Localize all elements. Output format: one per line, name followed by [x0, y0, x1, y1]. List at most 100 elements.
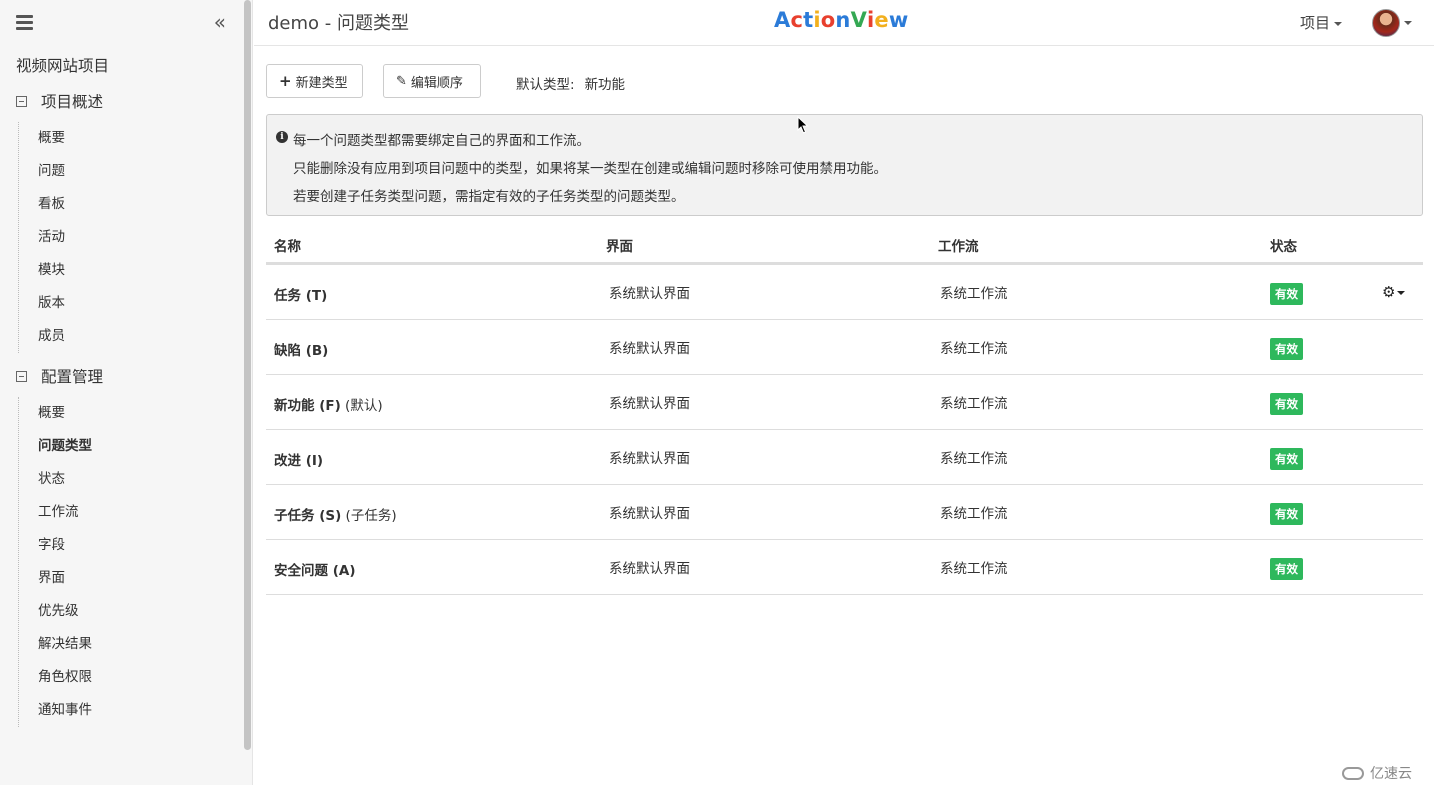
sidebar-item[interactable]: 工作流 — [19, 496, 92, 529]
sidebar-item[interactable]: 优先级 — [19, 595, 92, 628]
sidebar-item[interactable]: 状态 — [19, 463, 92, 496]
project-name[interactable]: 视频网站项目 — [16, 54, 109, 76]
sidebar-item[interactable]: 界面 — [19, 562, 92, 595]
new-type-button[interactable]: + 新建类型 — [266, 64, 363, 98]
top-header: demo - 问题类型 ActionView 项目 — [254, 0, 1434, 46]
page-title: demo - 问题类型 — [268, 13, 409, 34]
table-row[interactable]: 安全问题 (A) 系统默认界面 系统工作流 有效 — [266, 540, 1423, 595]
caret-down-icon — [1404, 21, 1412, 25]
default-type-value: 新功能 — [584, 77, 626, 93]
table-row[interactable]: 子任务 (S) (子任务) 系统默认界面 系统工作流 有效 — [266, 485, 1423, 540]
column-header-screen[interactable]: 界面 — [606, 235, 633, 255]
workflow-cell: 系统工作流 — [940, 506, 1008, 522]
status-badge: 有效 — [1270, 393, 1303, 415]
default-type-label: 默认类型: — [516, 77, 575, 93]
workflow-cell: 系统工作流 — [940, 396, 1008, 412]
actionview-logo[interactable]: ActionView — [774, 8, 908, 32]
table-row[interactable]: 改进 (I) 系统默认界面 系统工作流 有效 — [266, 430, 1423, 485]
logo-letter: o — [820, 8, 836, 32]
type-name-text: 新功能 (F) — [274, 398, 341, 414]
edit-order-button[interactable]: ✎ 编辑顺序 — [383, 64, 481, 98]
type-name-suffix: (子任务) — [341, 508, 397, 524]
logo-letter: t — [803, 8, 814, 32]
issue-types-table: 名称 界面 工作流 状态 任务 (T) 系统默认界面 系统工作流 有效 ⚙ 缺陷 (B) 系… — [266, 228, 1423, 595]
screen-cell: 系统默认界面 — [609, 341, 690, 357]
pencil-icon: ✎ — [396, 73, 407, 89]
info-line: 每一个问题类型都需要绑定自己的界面和工作流。 — [293, 133, 590, 149]
logo-letter: c — [790, 8, 804, 32]
avatar — [1372, 9, 1400, 37]
status-badge: 有效 — [1270, 448, 1303, 470]
type-name[interactable]: 子任务 (S) (子任务) — [274, 504, 397, 524]
type-name[interactable]: 缺陷 (B) — [274, 339, 328, 359]
sidebar-top: « — [16, 10, 226, 34]
collapse-box-icon[interactable] — [16, 95, 27, 107]
logo-letter: n — [835, 8, 851, 32]
gear-icon[interactable]: ⚙ — [1382, 283, 1406, 301]
menu-icon[interactable] — [16, 15, 33, 30]
sidebar-item[interactable]: 角色权限 — [19, 661, 92, 694]
type-name-text: 子任务 (S) — [274, 508, 342, 524]
sidebar-item[interactable]: 问题 — [19, 155, 65, 188]
sidebar-item[interactable]: 成员 — [19, 320, 65, 353]
project-menu[interactable]: 项目 — [1300, 12, 1343, 33]
collapse-box-icon[interactable] — [16, 370, 27, 382]
screen-cell: 系统默认界面 — [609, 506, 690, 522]
plus-icon: + — [279, 72, 292, 90]
workflow-cell: 系统工作流 — [940, 451, 1008, 467]
nav-group-overview[interactable]: 项目概述 — [16, 90, 103, 112]
column-header-workflow[interactable]: 工作流 — [938, 235, 979, 255]
sidebar-item[interactable]: 字段 — [19, 529, 92, 562]
sidebar-item[interactable]: 概要 — [19, 397, 92, 430]
type-name-suffix: (默认) — [340, 398, 383, 414]
mouse-cursor-icon — [797, 116, 809, 134]
column-header-status[interactable]: 状态 — [1270, 235, 1297, 255]
info-icon: i — [276, 131, 288, 143]
status-badge: 有效 — [1270, 503, 1303, 525]
type-name[interactable]: 安全问题 (A) — [274, 559, 356, 579]
table-row[interactable]: 新功能 (F) (默认) 系统默认界面 系统工作流 有效 — [266, 375, 1423, 430]
type-name[interactable]: 新功能 (F) (默认) — [274, 394, 383, 414]
sidebar-item[interactable]: 概要 — [19, 122, 65, 155]
default-type: 默认类型: 新功能 — [516, 73, 625, 93]
table-header: 名称 界面 工作流 状态 — [266, 228, 1423, 265]
nav-group-list: 概要 问题 看板 活动 模块 版本 成员 — [18, 122, 65, 353]
sidebar-item[interactable]: 问题类型 — [19, 430, 92, 463]
table-body: 任务 (T) 系统默认界面 系统工作流 有效 ⚙ 缺陷 (B) 系统默认界面 系统工作流 有效新… — [266, 265, 1423, 595]
caret-down-icon — [1397, 290, 1406, 295]
sidebar-item[interactable]: 通知事件 — [19, 694, 92, 727]
nav-group-config[interactable]: 配置管理 — [16, 365, 103, 387]
sidebar-item[interactable]: 看板 — [19, 188, 65, 221]
type-name[interactable]: 任务 (T) — [274, 284, 327, 304]
sidebar-scrollbar[interactable] — [244, 0, 251, 750]
logo-letter: V — [850, 8, 868, 32]
nav-group-title: 项目概述 — [41, 93, 104, 111]
user-menu[interactable] — [1372, 9, 1412, 37]
watermark: 亿速云 — [1342, 763, 1412, 783]
sidebar-item[interactable]: 解决结果 — [19, 628, 92, 661]
workflow-cell: 系统工作流 — [940, 286, 1008, 302]
workflow-cell: 系统工作流 — [940, 561, 1008, 577]
logo-letter: A — [774, 8, 791, 32]
cloud-icon — [1342, 766, 1364, 780]
type-name-text: 任务 (T) — [274, 288, 328, 304]
logo-letter: i — [813, 8, 821, 32]
nav-group-list: 概要 问题类型 状态 工作流 字段 界面 优先级 解决结果 角色权限 通知事件 — [18, 397, 92, 727]
screen-cell: 系统默认界面 — [609, 396, 690, 412]
screen-cell: 系统默认界面 — [609, 286, 690, 302]
sidebar-item[interactable]: 活动 — [19, 221, 65, 254]
sidebar: « 视频网站项目 项目概述 概要 问题 看板 活动 模块 版本 成员 配置管理 概要 问题类型… — [0, 0, 253, 785]
column-header-name[interactable]: 名称 — [274, 235, 301, 255]
logo-letter: w — [888, 8, 909, 32]
caret-down-icon — [1334, 21, 1343, 26]
new-type-label: 新建类型 — [295, 75, 348, 91]
sidebar-item[interactable]: 版本 — [19, 287, 65, 320]
edit-order-label: 编辑顺序 — [410, 75, 463, 91]
logo-letter: i — [867, 8, 875, 32]
info-box: i 每一个问题类型都需要绑定自己的界面和工作流。 只能删除没有应用到项目问题中的… — [266, 114, 1423, 216]
collapse-sidebar-icon[interactable]: « — [214, 10, 226, 34]
table-row[interactable]: 缺陷 (B) 系统默认界面 系统工作流 有效 — [266, 320, 1423, 375]
type-name[interactable]: 改进 (I) — [274, 449, 323, 469]
sidebar-item[interactable]: 模块 — [19, 254, 65, 287]
table-row[interactable]: 任务 (T) 系统默认界面 系统工作流 有效 ⚙ — [266, 265, 1423, 320]
